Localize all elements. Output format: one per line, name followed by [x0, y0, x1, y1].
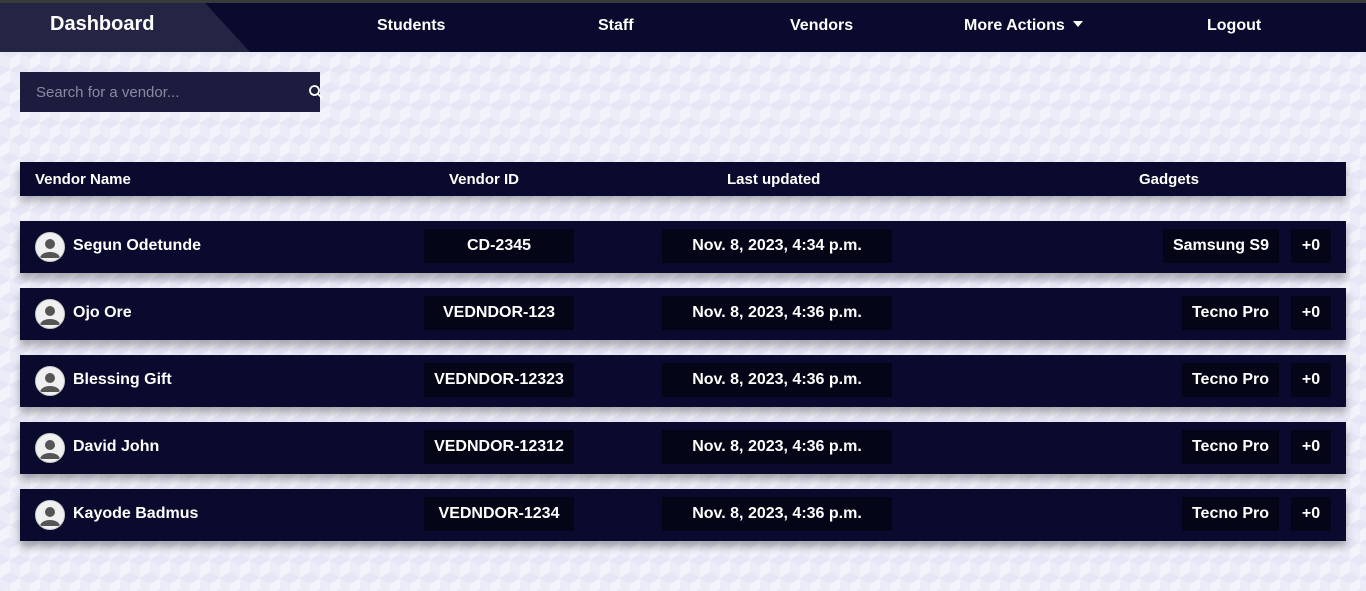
vendor-name: Ojo Ore: [73, 304, 132, 321]
last-updated: Nov. 8, 2023, 4:36 p.m.: [662, 430, 892, 464]
vendor-id: VEDNDOR-12312: [424, 430, 574, 464]
vendor-name: Blessing Gift: [73, 371, 172, 388]
avatar-icon: [35, 366, 65, 396]
table-row[interactable]: Ojo Ore VEDNDOR-123 Nov. 8, 2023, 4:36 p.m…: [20, 288, 1346, 340]
dashboard-link[interactable]: Dashboard: [50, 13, 154, 36]
last-updated: Nov. 8, 2023, 4:36 p.m.: [662, 363, 892, 397]
last-updated: Nov. 8, 2023, 4:36 p.m.: [662, 296, 892, 330]
vendor-search-box: [20, 72, 323, 112]
table-row[interactable]: Blessing Gift VEDNDOR-12323 Nov. 8, 2023, …: [20, 355, 1346, 407]
avatar-icon: [35, 433, 65, 463]
table-row[interactable]: Kayode Badmus VEDNDOR-1234 Nov. 8, 2023, 4…: [20, 489, 1346, 541]
more-gadgets-count[interactable]: +0: [1291, 497, 1331, 531]
gadget-badge: Samsung S9: [1162, 229, 1279, 263]
avatar-icon: [35, 232, 65, 262]
vendor-id: CD-2345: [424, 229, 574, 263]
gadget-badge: Tecno Pro: [1181, 497, 1279, 531]
vendor-name: Segun Odetunde: [73, 237, 201, 254]
gadget-badge: Tecno Pro: [1181, 296, 1279, 330]
top-navbar: Dashboard Students Staff Vendors More Ac…: [0, 3, 1366, 52]
vendor-id: VEDNDOR-123: [424, 296, 574, 330]
more-gadgets-count[interactable]: +0: [1291, 363, 1331, 397]
more-gadgets-count[interactable]: +0: [1291, 296, 1331, 330]
gadget-badge: Tecno Pro: [1181, 430, 1279, 464]
avatar-icon: [35, 500, 65, 530]
nav-link-logout[interactable]: Logout: [1207, 17, 1261, 35]
gadget-badge: Tecno Pro: [1181, 363, 1279, 397]
table-row[interactable]: Segun Odetunde CD-2345 Nov. 8, 2023, 4:34 …: [20, 221, 1346, 273]
search-icon[interactable]: [308, 84, 324, 100]
header-vendor-name: Vendor Name: [35, 171, 131, 188]
nav-more-actions-label: More Actions: [964, 17, 1065, 34]
table-row[interactable]: David John VEDNDOR-12312 Nov. 8, 2023, 4:3…: [20, 422, 1346, 474]
table-header: Vendor Name Vendor ID Last updated Gadge…: [20, 162, 1346, 196]
nav-link-vendors[interactable]: Vendors: [790, 17, 853, 35]
more-gadgets-count[interactable]: +0: [1291, 430, 1331, 464]
header-gadgets: Gadgets: [1139, 171, 1200, 188]
header-vendor-id: Vendor ID: [449, 171, 520, 188]
vendor-id: VEDNDOR-1234: [424, 497, 574, 531]
nav-link-staff[interactable]: Staff: [598, 17, 634, 35]
vendor-id: VEDNDOR-12323: [424, 363, 574, 397]
avatar-icon: [35, 299, 65, 329]
caret-down-icon: [1072, 20, 1083, 27]
vendor-search-input[interactable]: [20, 72, 280, 112]
last-updated: Nov. 8, 2023, 4:36 p.m.: [662, 497, 892, 531]
nav-more-actions-dropdown[interactable]: More Actions: [964, 17, 1083, 35]
vendor-name: David John: [73, 438, 160, 455]
header-last-updated: Last updated: [727, 171, 821, 188]
last-updated: Nov. 8, 2023, 4:34 p.m.: [662, 229, 892, 263]
nav-link-students[interactable]: Students: [377, 17, 445, 35]
vendor-name: Kayode Badmus: [73, 505, 199, 522]
more-gadgets-count[interactable]: +0: [1291, 229, 1331, 263]
